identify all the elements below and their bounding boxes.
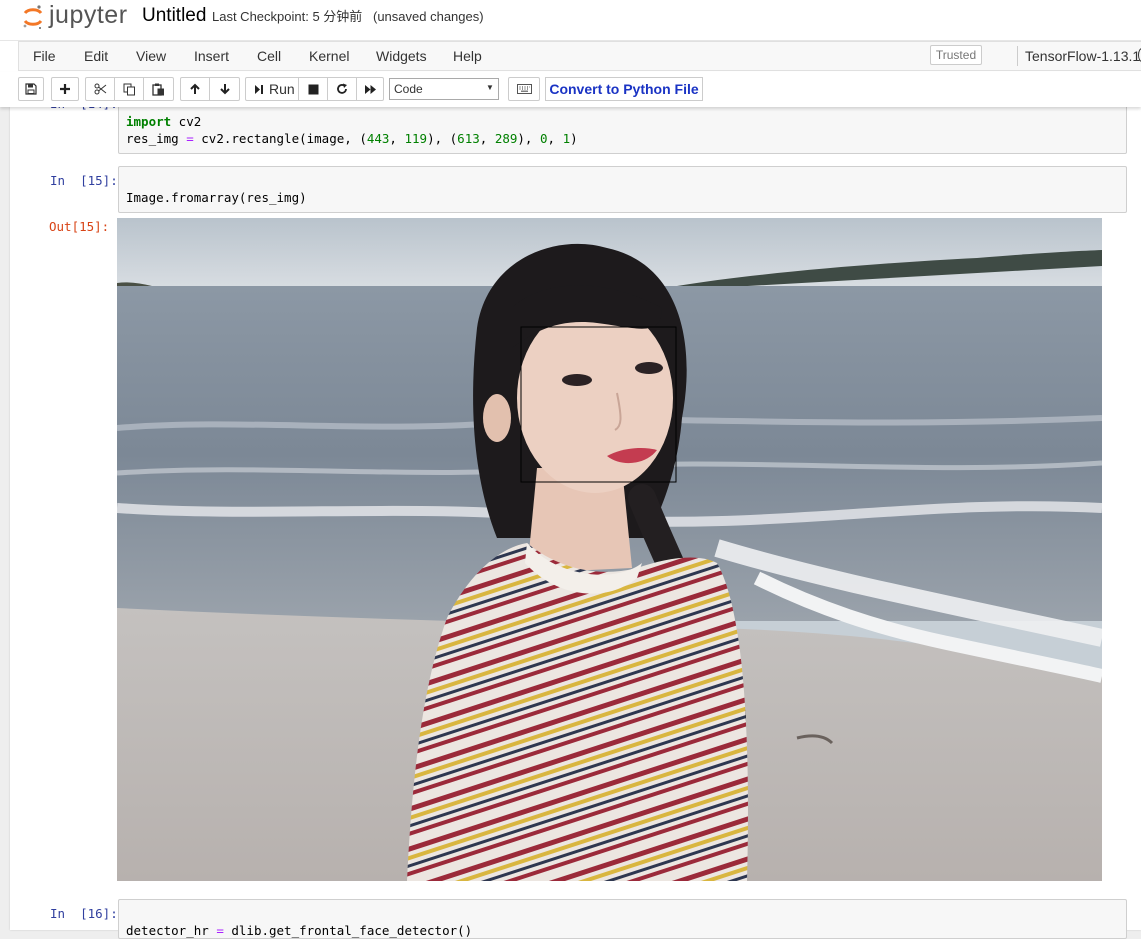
save-button[interactable] xyxy=(18,77,44,101)
interrupt-kernel-button[interactable] xyxy=(298,77,328,101)
code-line: detector_hr = dlib.get_frontal_face_dete… xyxy=(126,923,473,938)
autosave-status: (unsaved changes) xyxy=(373,9,484,24)
command-palette-button[interactable] xyxy=(508,77,540,101)
code-line: res_img = cv2.rectangle(image, (443, 119… xyxy=(126,131,578,146)
code-line: Image.fromarray(res_img) xyxy=(126,190,307,205)
copy-icon xyxy=(123,83,135,95)
copy-button[interactable] xyxy=(114,77,144,101)
trusted-indicator[interactable]: Trusted xyxy=(930,45,982,65)
restart-kernel-button[interactable] xyxy=(327,77,357,101)
run-icon xyxy=(255,84,263,94)
menu-kernel[interactable]: Kernel xyxy=(309,47,349,65)
jupyter-logo-text[interactable]: jupyter xyxy=(49,0,128,30)
move-up-icon xyxy=(190,83,200,94)
convert-to-python-button[interactable]: Convert to Python File xyxy=(545,77,703,101)
menu-widgets[interactable]: Widgets xyxy=(376,47,427,65)
stop-icon xyxy=(308,84,318,94)
fast-forward-icon xyxy=(364,84,376,94)
jupyter-logo-icon[interactable] xyxy=(22,4,44,30)
move-down-icon xyxy=(219,84,230,95)
run-label: Run xyxy=(269,81,295,97)
menu-insert[interactable]: Insert xyxy=(194,47,229,65)
run-button[interactable]: Run xyxy=(245,77,299,101)
last-checkpoint: Last Checkpoint: 5 分钟前 xyxy=(212,9,363,24)
menu-help[interactable]: Help xyxy=(453,47,482,65)
restart-icon xyxy=(337,83,347,94)
output-prompt: Out[15]: xyxy=(49,219,110,234)
input-prompt: In [16]: xyxy=(50,906,118,921)
cell-type-select[interactable]: Code xyxy=(389,78,499,100)
move-cell-up-button[interactable] xyxy=(180,77,210,101)
menu-view[interactable]: View xyxy=(136,47,166,65)
restart-run-all-button[interactable] xyxy=(356,77,384,101)
code-line: import cv2 xyxy=(126,114,202,129)
paste-icon xyxy=(152,83,164,96)
menu-cell[interactable]: Cell xyxy=(257,47,281,65)
kernel-separator xyxy=(1017,46,1018,66)
chevron-down-icon: ▼ xyxy=(486,83,494,92)
beach-portrait-photo xyxy=(117,218,1102,881)
keyboard-icon xyxy=(516,84,532,94)
move-cell-down-button[interactable] xyxy=(209,77,240,101)
code-cell-editor[interactable]: Image.fromarray(res_img) xyxy=(118,166,1127,213)
kernel-name[interactable]: TensorFlow-1.13.1 xyxy=(1025,47,1140,65)
menu-file[interactable]: File xyxy=(33,47,56,65)
save-icon xyxy=(25,83,37,95)
input-prompt: In [15]: xyxy=(50,173,118,188)
notebook-title[interactable]: Untitled xyxy=(142,5,206,27)
output-image xyxy=(117,218,1102,881)
code-cell-editor[interactable]: detector_hr = dlib.get_frontal_face_dete… xyxy=(118,899,1127,939)
menu-edit[interactable]: Edit xyxy=(84,47,108,65)
cut-icon xyxy=(94,83,106,95)
insert-cell-button[interactable] xyxy=(51,77,79,101)
paste-button[interactable] xyxy=(143,77,174,101)
cut-button[interactable] xyxy=(85,77,115,101)
code-cell-editor[interactable]: import cv2 res_img = cv2.rectangle(image… xyxy=(118,100,1127,154)
add-cell-icon xyxy=(60,84,70,94)
